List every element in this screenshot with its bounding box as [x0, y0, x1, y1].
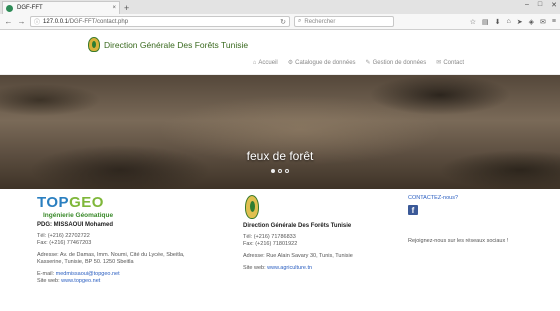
- info-icon[interactable]: ⓘ: [34, 17, 40, 26]
- browser-nav-bar: ← → ⓘ 127.0.0.1/DGF-FFT/contact.php ↻ ⌕ …: [0, 14, 560, 30]
- site-title: Direction Générale Des Forêts Tunisie: [104, 39, 249, 50]
- gear-icon: ⚙: [287, 60, 294, 66]
- dgf-address: Adresse: Rue Alain Savary 30, Tunis, Tun…: [243, 253, 353, 259]
- menu-item-gestion[interactable]: ✎ Gestion de données: [365, 59, 427, 67]
- search-input[interactable]: ⌕ Rechercher: [294, 16, 394, 27]
- dgf-fax: Fax: (+216) 71801922: [243, 241, 298, 247]
- address-bar[interactable]: ⓘ 127.0.0.1/DGF-FFT/contact.php ↻: [30, 16, 290, 27]
- url-host: 127.0.0.1: [43, 18, 69, 25]
- carousel-dot[interactable]: [271, 169, 275, 173]
- social-text: Rejoignez-nous sur les réseaux sociaux !: [408, 238, 509, 244]
- browser-tab[interactable]: DGF-FFT ×: [2, 1, 120, 14]
- site-header: Direction Générale Des Forêts Tunisie ⌂ A…: [0, 30, 560, 75]
- carousel-indicators: [0, 169, 560, 173]
- company-address: Adresse: Av. de Damas, Imm. Noumi, Cité …: [37, 252, 185, 265]
- dgf-tel: Tél: (+216) 71786833: [243, 234, 296, 240]
- search-icon: ⌕: [298, 18, 302, 24]
- company-email-link[interactable]: medmissaoui@topgeo.net: [56, 271, 120, 277]
- menu-item-label: Accueil: [258, 59, 278, 66]
- dgf-emblem-icon: [88, 37, 100, 52]
- email-label: E-mail:: [37, 271, 55, 277]
- edit-icon: ✎: [365, 60, 371, 66]
- new-tab-button[interactable]: +: [124, 2, 129, 14]
- company-info: TOPGEO Ingénierie Géomatique PDG: MISSAO…: [37, 195, 207, 285]
- reload-icon[interactable]: ↻: [280, 18, 286, 26]
- contact-us-link[interactable]: CONTACTEZ-nous?: [408, 195, 458, 201]
- carousel-dot[interactable]: [285, 169, 289, 173]
- carousel-dot[interactable]: [278, 169, 282, 173]
- hero-carousel: feux de forêt: [0, 75, 560, 189]
- menu-item-label: Gestion de données: [372, 59, 427, 66]
- brand[interactable]: Direction Générale Des Forêts Tunisie: [88, 37, 248, 52]
- hero-title: feux de forêt: [246, 149, 314, 163]
- star-icon[interactable]: ☆: [470, 18, 476, 26]
- close-window-button[interactable]: ✕: [551, 1, 557, 9]
- search-placeholder: Rechercher: [304, 18, 336, 25]
- menu-item-catalogue[interactable]: ⚙ Catalogue de données: [287, 59, 356, 67]
- browser-toolbar: ☆ ▤ ⬇ ⌂ ➤ ◈ ✉ ≡: [470, 18, 556, 26]
- company-fax: Fax: (+216) 77467203: [37, 240, 92, 246]
- maximize-button[interactable]: □: [538, 1, 542, 9]
- home-icon[interactable]: ⌂: [507, 18, 511, 26]
- topgeo-subtitle: Ingénierie Géomatique: [43, 212, 114, 219]
- menu-item-contact[interactable]: ✉ Contact: [436, 59, 464, 67]
- dgf-emblem-icon: [245, 195, 259, 219]
- minimize-button[interactable]: –: [525, 1, 529, 9]
- mail-icon: ✉: [436, 60, 442, 66]
- menu-item-accueil[interactable]: ⌂ Accueil: [253, 59, 278, 66]
- company-site-link[interactable]: www.topgeo.net: [61, 278, 100, 284]
- menu-item-label: Contact: [443, 59, 464, 66]
- back-button[interactable]: ←: [4, 17, 13, 26]
- company-tel: Tél: (+216) 22702722: [37, 233, 90, 239]
- forward-button[interactable]: →: [17, 17, 26, 26]
- site-label: Site web:: [243, 265, 266, 271]
- browser-tab-bar: DGF-FFT × + – □ ✕: [0, 0, 560, 14]
- shield-icon[interactable]: ◈: [529, 18, 534, 26]
- dgf-info: Direction Générale Des Forêts Tunisie Té…: [243, 195, 393, 272]
- share-icon[interactable]: ➤: [517, 18, 523, 26]
- chat-icon[interactable]: ✉: [540, 18, 546, 26]
- site-favicon-icon: [6, 4, 13, 12]
- tab-close-icon[interactable]: ×: [112, 5, 116, 11]
- home-icon: ⌂: [252, 59, 257, 66]
- facebook-icon[interactable]: f: [408, 205, 418, 215]
- tab-title: DGF-FFT: [17, 5, 43, 11]
- contact-info: CONTACTEZ-nous? f Rejoignez-nous sur les…: [408, 195, 548, 244]
- footer: TOPGEO Ingénierie Géomatique PDG: MISSAO…: [0, 189, 560, 310]
- menu-item-label: Catalogue de données: [295, 59, 356, 66]
- site-label: Site web:: [37, 278, 60, 284]
- topgeo-logo: TOPGEO: [37, 194, 104, 211]
- window-controls: – □ ✕: [525, 1, 557, 9]
- download-icon[interactable]: ⬇: [495, 18, 501, 26]
- url-path: /DGF-FFT/contact.php: [68, 18, 129, 25]
- menu-icon[interactable]: ≡: [552, 18, 556, 26]
- reader-icon[interactable]: ▤: [482, 18, 489, 26]
- main-menu: ⌂ Accueil ⚙ Catalogue de données ✎ Gestion …: [253, 59, 464, 67]
- dgf-site-link[interactable]: www.agriculture.tn: [267, 265, 312, 271]
